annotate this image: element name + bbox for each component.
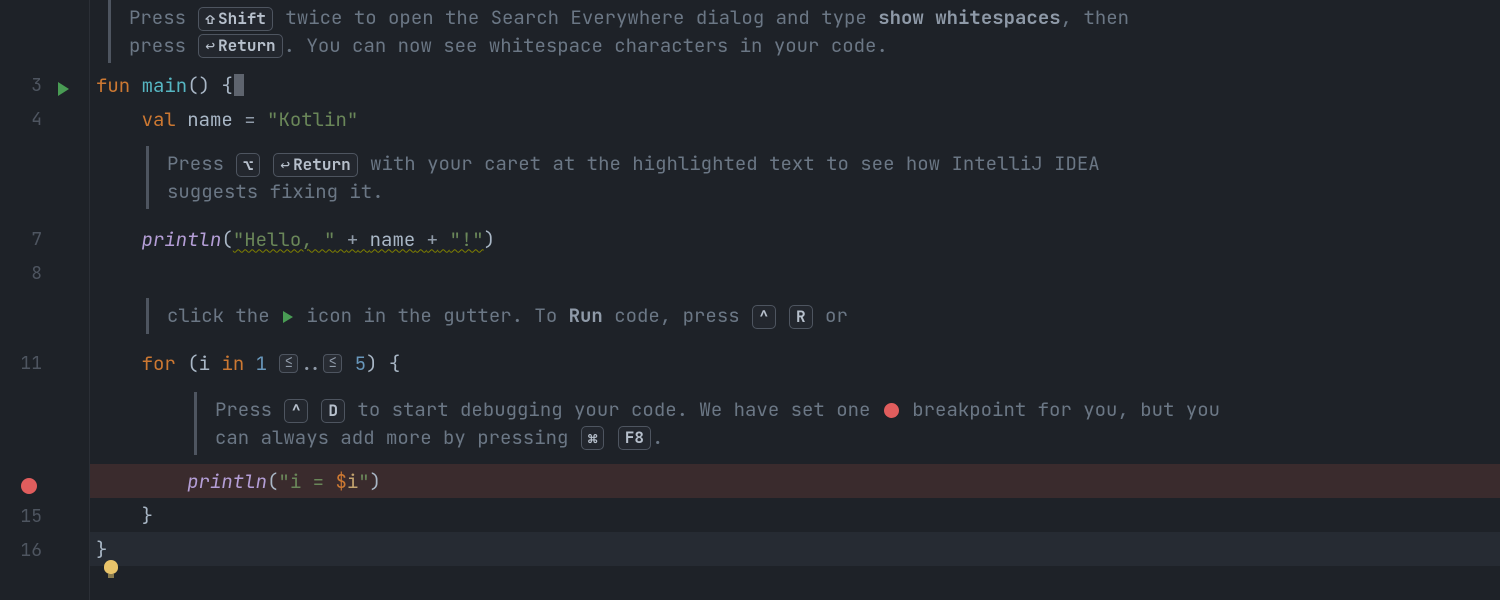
key-ctrl: ^ <box>752 305 776 329</box>
line-number: 11 <box>0 352 42 375</box>
key-shift: ⇧Shift <box>198 7 273 31</box>
caret <box>234 74 244 96</box>
code-line[interactable]: fun main() { <box>90 68 1500 102</box>
line-number: 8 <box>0 262 42 285</box>
code-editor: 3 4 7 8 11 15 16 Press ⇧Shift twice to o… <box>0 0 1500 600</box>
hint-comment: click the icon in the gutter. To Run cod… <box>90 298 1500 334</box>
line-number: 4 <box>0 108 42 131</box>
comment-bar <box>146 146 149 209</box>
run-icon <box>283 311 293 323</box>
key-cmd: ⌘ <box>581 426 605 450</box>
code-line[interactable] <box>90 256 1500 290</box>
code-line[interactable]: println("Hello, " + name + "!") <box>90 222 1500 256</box>
comment-bar <box>146 298 149 334</box>
key-return: ↩Return <box>273 153 357 177</box>
key-d: D <box>321 399 345 423</box>
key-ctrl: ^ <box>284 399 308 423</box>
comment-bar <box>108 0 111 63</box>
code-line[interactable]: for (i in 1 ≤..≤ 5) { <box>90 346 1500 380</box>
breakpoint-gutter-icon[interactable] <box>14 472 44 497</box>
key-option: ⌥ <box>236 153 260 177</box>
breakpoint-icon <box>884 403 899 418</box>
inlay-hint[interactable]: ≤ <box>279 354 298 373</box>
key-r: R <box>789 305 813 329</box>
code-line-current[interactable]: } <box>90 532 1500 566</box>
code-area[interactable]: Press ⇧Shift twice to open the Search Ev… <box>90 0 1500 600</box>
key-f8: F8 <box>618 426 651 450</box>
comment-bar <box>194 392 197 455</box>
line-number: 15 <box>0 505 42 528</box>
hint-comment: Press ⌥ ↩Return with your caret at the h… <box>90 146 1500 209</box>
intention-bulb-icon[interactable] <box>104 560 118 578</box>
key-return: ↩Return <box>198 34 282 58</box>
run-gutter-icon[interactable] <box>48 77 78 102</box>
hint-comment: Press ⇧Shift twice to open the Search Ev… <box>90 0 1500 63</box>
code-line-breakpoint[interactable]: println("i = $i") <box>90 464 1500 498</box>
line-number: 16 <box>0 539 42 562</box>
code-line[interactable]: val name = "Kotlin" <box>90 102 1500 136</box>
gutter: 3 4 7 8 11 15 16 <box>0 0 90 600</box>
code-line[interactable]: } <box>90 498 1500 532</box>
line-number: 7 <box>0 228 42 251</box>
line-number: 3 <box>0 74 42 97</box>
inlay-hint[interactable]: ≤ <box>323 354 342 373</box>
hint-comment: Press ^ D to start debugging your code. … <box>90 392 1500 455</box>
